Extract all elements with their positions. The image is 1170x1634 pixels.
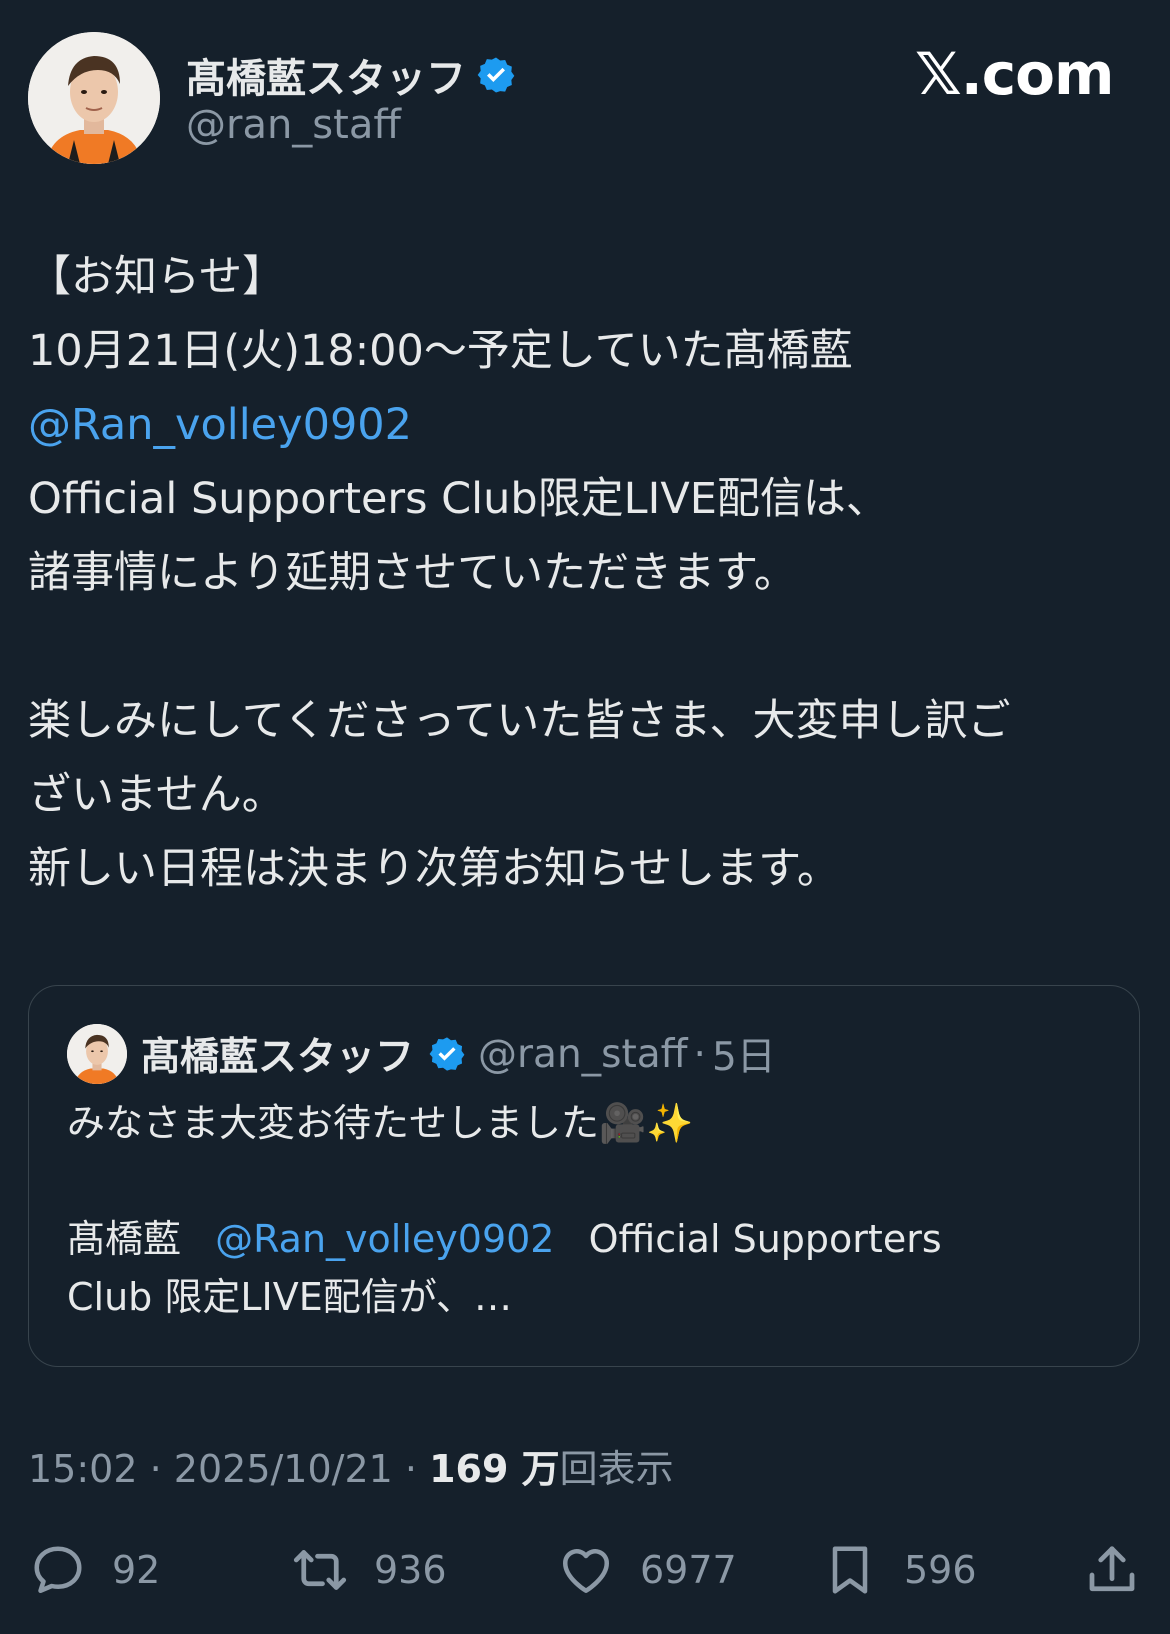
quoted-tweet-text: みなさま大変お待たせしました🎥✨ 髙橋藍 @Ran_volley0902 Off… xyxy=(67,1094,1107,1326)
view-count: 169 万 xyxy=(429,1447,560,1491)
tweet-time[interactable]: 15:02 xyxy=(28,1447,138,1491)
quoted-author-name[interactable]: 髙橋藍スタッフ xyxy=(141,1026,414,1082)
verified-badge-icon xyxy=(429,1037,465,1071)
verified-badge-icon xyxy=(477,57,515,93)
tweet-line: Official Supporters Club限定LIVE配信は、 xyxy=(28,474,889,524)
quoted-tweet-time[interactable]: 5日 xyxy=(712,1026,776,1082)
quoted-line: Club 限定LIVE配信が、… xyxy=(67,1275,512,1319)
tweet-line: 諸事情により延期させていただきます。 xyxy=(28,548,797,598)
meta-separator: · xyxy=(149,1447,162,1491)
author-name-text: 髙橋藍スタッフ xyxy=(186,56,466,102)
quoted-line-prefix: 髙橋藍 xyxy=(67,1217,182,1261)
bookmark-icon xyxy=(832,1546,868,1594)
tweet-text: 【お知らせ】 10月21日(火)18:00〜予定していた髙橋藍 @Ran_vol… xyxy=(28,240,1148,906)
meta-separator: · xyxy=(404,1447,418,1491)
bookmark-count: 596 xyxy=(904,1548,977,1592)
tweet-mention-link[interactable]: @Ran_volley0902 xyxy=(28,388,1148,462)
tweet-timestamp: 15:02 · 2025/10/21 · 169 万回表示 xyxy=(28,1438,674,1493)
quoted-tweet-header: 髙橋藍スタッフ @ran_staff · 5日 xyxy=(141,1022,776,1086)
like-count: 6977 xyxy=(640,1548,737,1592)
quoted-author-handle[interactable]: @ran_staff xyxy=(478,1032,688,1077)
quoted-line: みなさま大変お待たせしました🎥✨ xyxy=(67,1101,694,1145)
tweet-screenshot: 髙橋藍スタッフ @ran_staff 𝕏.com 【お知らせ】 10月21日(火… xyxy=(0,0,1170,1634)
x-logo: 𝕏.com xyxy=(915,40,1114,108)
reply-count: 92 xyxy=(112,1548,161,1592)
tweet-line: 楽しみにしてくださっていた皆さま、大変申し訳ご xyxy=(28,696,1011,746)
quoted-author-avatar[interactable] xyxy=(67,1024,127,1084)
author-handle[interactable]: @ran_staff xyxy=(186,102,401,148)
tweet-action-bar: 92 936 6977 596 xyxy=(0,1530,1170,1610)
quoted-line-suffix: Official Supporters xyxy=(588,1217,942,1261)
retweet-count: 936 xyxy=(374,1548,447,1592)
reply-icon xyxy=(34,1546,82,1593)
retweet-button[interactable]: 936 xyxy=(290,1530,447,1610)
author-avatar[interactable] xyxy=(28,32,160,164)
tweet-line: 10月21日(火)18:00〜予定していた髙橋藍 xyxy=(28,326,853,376)
reply-button[interactable]: 92 xyxy=(28,1530,160,1610)
retweet-icon xyxy=(293,1550,347,1590)
tweet-line: ざいません。 xyxy=(28,770,285,820)
view-count-label: 回表示 xyxy=(559,1447,674,1491)
bookmark-button[interactable]: 596 xyxy=(820,1530,977,1610)
tweet-line: 新しい日程は決まり次第お知らせします。 xyxy=(28,844,840,894)
heart-icon xyxy=(563,1549,609,1593)
meta-separator: · xyxy=(693,1031,706,1077)
quoted-line: 髙橋藍 @Ran_volley0902 Official Supporters xyxy=(67,1210,1107,1268)
quoted-tweet-card[interactable]: 髙橋藍スタッフ @ran_staff · 5日 みなさま大変お待たせしました🎥✨… xyxy=(28,985,1140,1367)
share-icon xyxy=(1089,1546,1135,1592)
share-button[interactable] xyxy=(1082,1530,1142,1610)
quoted-mention-link[interactable]: @Ran_volley0902 xyxy=(215,1217,554,1261)
quoted-blank-line xyxy=(67,1152,1107,1210)
author-display-name[interactable]: 髙橋藍スタッフ xyxy=(186,46,516,104)
like-button[interactable]: 6977 xyxy=(556,1530,737,1610)
tweet-line: 【お知らせ】 xyxy=(28,252,286,302)
tweet-date[interactable]: 2025/10/21 xyxy=(174,1447,393,1491)
